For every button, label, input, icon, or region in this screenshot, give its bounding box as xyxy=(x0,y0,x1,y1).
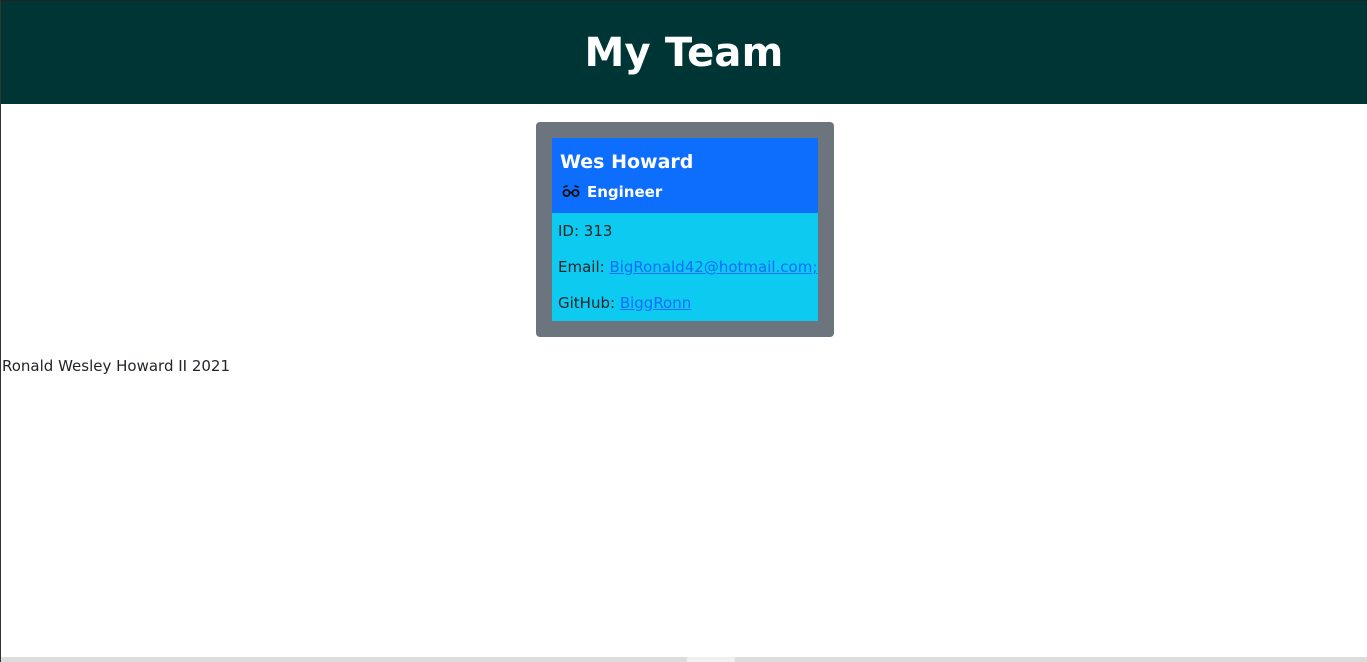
page-header: My Team xyxy=(1,0,1367,104)
employee-card-body: ID: 313 Email: BigRonald42@hotmail.com; … xyxy=(552,213,818,321)
employee-name: Wes Howard xyxy=(560,151,694,173)
employee-github-row: GitHub: BiggRonn xyxy=(558,294,691,312)
employee-email-label: Email: xyxy=(558,258,610,276)
glasses-icon xyxy=(561,184,581,200)
employee-card: Wes Howard Engineer ID: 313 Email: BigRo… xyxy=(536,122,834,337)
employee-github-label: GitHub: xyxy=(558,294,620,312)
page: My Team Wes Howard Engineer ID: 313 Emai… xyxy=(0,0,1367,662)
employee-role-label: Engineer xyxy=(587,183,663,201)
page-footer: Ronald Wesley Howard II 2021 xyxy=(2,357,231,375)
employee-email-link[interactable]: BigRonald42@hotmail.com; xyxy=(609,258,817,276)
scrollbar-thumb[interactable] xyxy=(687,657,735,662)
employee-role: Engineer xyxy=(561,183,662,201)
employee-github-link[interactable]: BiggRonn xyxy=(620,294,691,312)
page-title: My Team xyxy=(584,29,784,76)
employee-email-row: Email: BigRonald42@hotmail.com; xyxy=(558,258,817,276)
employee-id: ID: 313 xyxy=(558,222,613,240)
horizontal-scrollbar[interactable] xyxy=(1,657,1367,662)
employee-card-header: Wes Howard Engineer xyxy=(552,138,818,213)
